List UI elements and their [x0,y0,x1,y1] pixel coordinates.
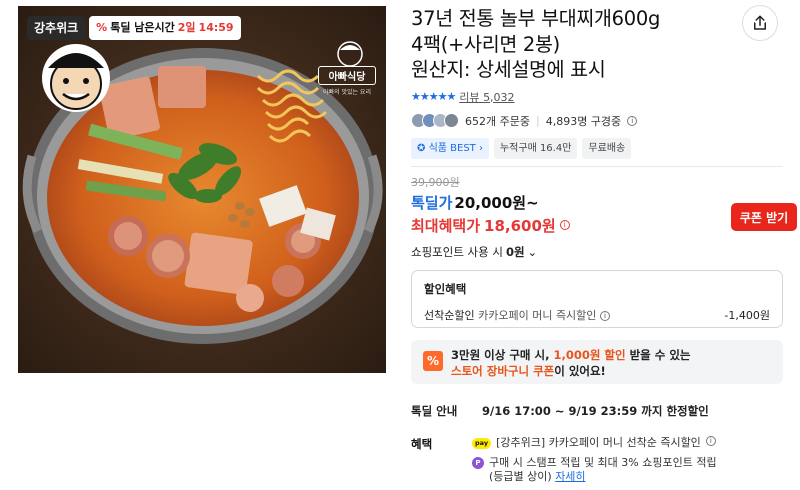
details-link[interactable]: 자세히 [555,470,585,483]
deal-price-label: 톡딜가 [411,193,453,212]
star-rating-icon: ★★★★★ [411,90,456,103]
brand-logo: 아빠식당 아빠의 맛있는 요리 [318,30,376,100]
discount-item-label: 선착순할인 [424,308,475,322]
discount-item-value: -1,400원 [724,308,770,322]
timer-days: 2일 [177,21,196,34]
image-badges: 강추위크 % 톡딜 남은시간 2일 14:59 [27,16,241,40]
product-image[interactable]: 강추위크 % 톡딜 남은시간 2일 14:59 아빠식당 아빠의 맛있는 요리 [18,6,386,373]
social-proof-row: 652개 주문중 | 4,893명 구경중 i [411,113,783,129]
perks-label: 혜택 [411,436,433,451]
rating-row: ★★★★★ 리뷰 5,032 [411,89,783,105]
original-price: 39,900원 [411,175,460,189]
separator: | [535,114,540,127]
store-badge: 강추위크 [27,16,86,40]
viewers-count: 4,893명 구경중 [545,114,622,128]
title-line-3: 원산지: 상세설명에 표시 [411,58,606,81]
brand-sub: 아빠의 맛있는 요리 [323,89,371,96]
share-icon [754,15,766,30]
perk-item: pay [강추위크] 카카오페이 머니 선착순 즉시할인 i [472,435,717,450]
deal-price-row: 톡딜가 20,000원~ [411,192,783,213]
review-label: 리뷰 [459,90,480,104]
store-coupon-banner[interactable]: % 3만원 이상 구매 시, 1,000원 할인 받을 수 있는 스토어 장바구… [411,339,783,384]
deal-info-label: 톡딜 안내 [411,403,458,418]
chef-logo [42,44,110,112]
tag-best-label: 식품 BEST [428,142,476,154]
discount-item-desc: 카카오페이 머니 즉시할인 [478,308,597,322]
deal-info-row: 톡딜 안내 9/16 17:00 ~ 9/19 23:59 까지 한정할인 [411,403,783,419]
info-icon[interactable]: i [627,115,638,126]
point-icon: P [472,456,484,469]
perks-section: 혜택 pay [강추위크] 카카오페이 머니 선착순 즉시할인 i P 구매 시… [411,435,783,490]
perk-text: (등급별 상이) [489,469,552,483]
perk-item: P 구매 시 스탬프 적립 및 최대 3% 쇼핑포인트 적립 (등급별 상이) … [472,456,717,484]
kakaopay-icon: pay [472,437,492,449]
buyer-avatars [411,113,459,128]
orders-count: 652개 주문중 [465,114,530,128]
brand-name: 아빠식당 [318,66,376,85]
max-benefit-value: 18,600원 [484,216,556,235]
info-icon[interactable]: i [705,435,716,446]
coupon-icon: % [423,350,443,371]
get-coupon-button[interactable]: 쿠폰 받기 [731,203,797,231]
chevron-down-icon: ⌄ [527,244,538,259]
discount-box: 할인혜택 선착순할인 카카오페이 머니 즉시할인 i -1,400원 [411,269,783,328]
perk-text: 구매 시 스탬프 적립 및 최대 3% 쇼핑포인트 적립 [489,455,717,469]
points-label: 쇼핑포인트 사용 시 [411,244,503,259]
percent-icon: % [96,21,108,34]
perks-list: pay [강추위크] 카카오페이 머니 선착순 즉시할인 i P 구매 시 스탬… [472,435,717,490]
discount-heading: 할인혜택 [424,281,467,296]
info-icon[interactable]: i [599,310,610,321]
deal-info-value: 9/16 17:00 ~ 9/19 23:59 까지 한정할인 [482,403,709,418]
timer-badge: % 톡딜 남은시간 2일 14:59 [89,16,241,40]
timer-label: 톡딜 남은시간 [110,21,175,34]
tag-row: ✪ 식품 BEST › 누적구매 16.4만 무료배송 [411,137,783,159]
perk-text: [강추위크] 카카오페이 머니 선착순 즉시할인 [496,435,701,449]
tag-free-shipping: 무료배송 [582,137,632,159]
product-title: 37년 전통 놀부 부대찌개600g 4팩(+사리면 2봉) 원산지: 상세설명… [411,6,731,83]
coupon-text: 받을 수 있는 [625,347,691,362]
coupon-text: 3만원 이상 구매 시, [451,347,554,362]
info-icon[interactable]: i [559,220,570,230]
product-info: 37년 전통 놀부 부대찌개600g 4팩(+사리면 2봉) 원산지: 상세설명… [411,0,783,490]
deal-price-value: 20,000원~ [454,193,539,212]
share-button[interactable] [742,5,778,41]
title-line-1: 37년 전통 놀부 부대찌개600g [411,7,661,30]
timer-time: 14:59 [198,21,234,34]
points-value: 0원 [505,244,525,259]
tag-cumulative-purchase: 누적구매 16.4만 [493,137,578,159]
review-count: 5,032 [483,90,515,104]
coupon-name: 스토어 장바구니 쿠폰 [451,363,555,378]
coupon-amount: 1,000원 할인 [553,347,626,362]
max-benefit-row: 최대혜택가 18,600원 i [411,215,783,236]
coupon-text: 이 있어요! [554,363,606,378]
title-line-2: 4팩(+사리면 2봉) [411,32,560,56]
points-row[interactable]: 쇼핑포인트 사용 시 0원 ⌄ [411,244,783,260]
discount-item: 선착순할인 카카오페이 머니 즉시할인 i -1,400원 [424,307,770,323]
review-link[interactable]: 리뷰 5,032 [459,89,514,105]
avatar [444,113,459,128]
tag-food-best[interactable]: ✪ 식품 BEST › [411,137,489,159]
divider [411,165,783,167]
max-benefit-label: 최대혜택가 [411,216,481,235]
